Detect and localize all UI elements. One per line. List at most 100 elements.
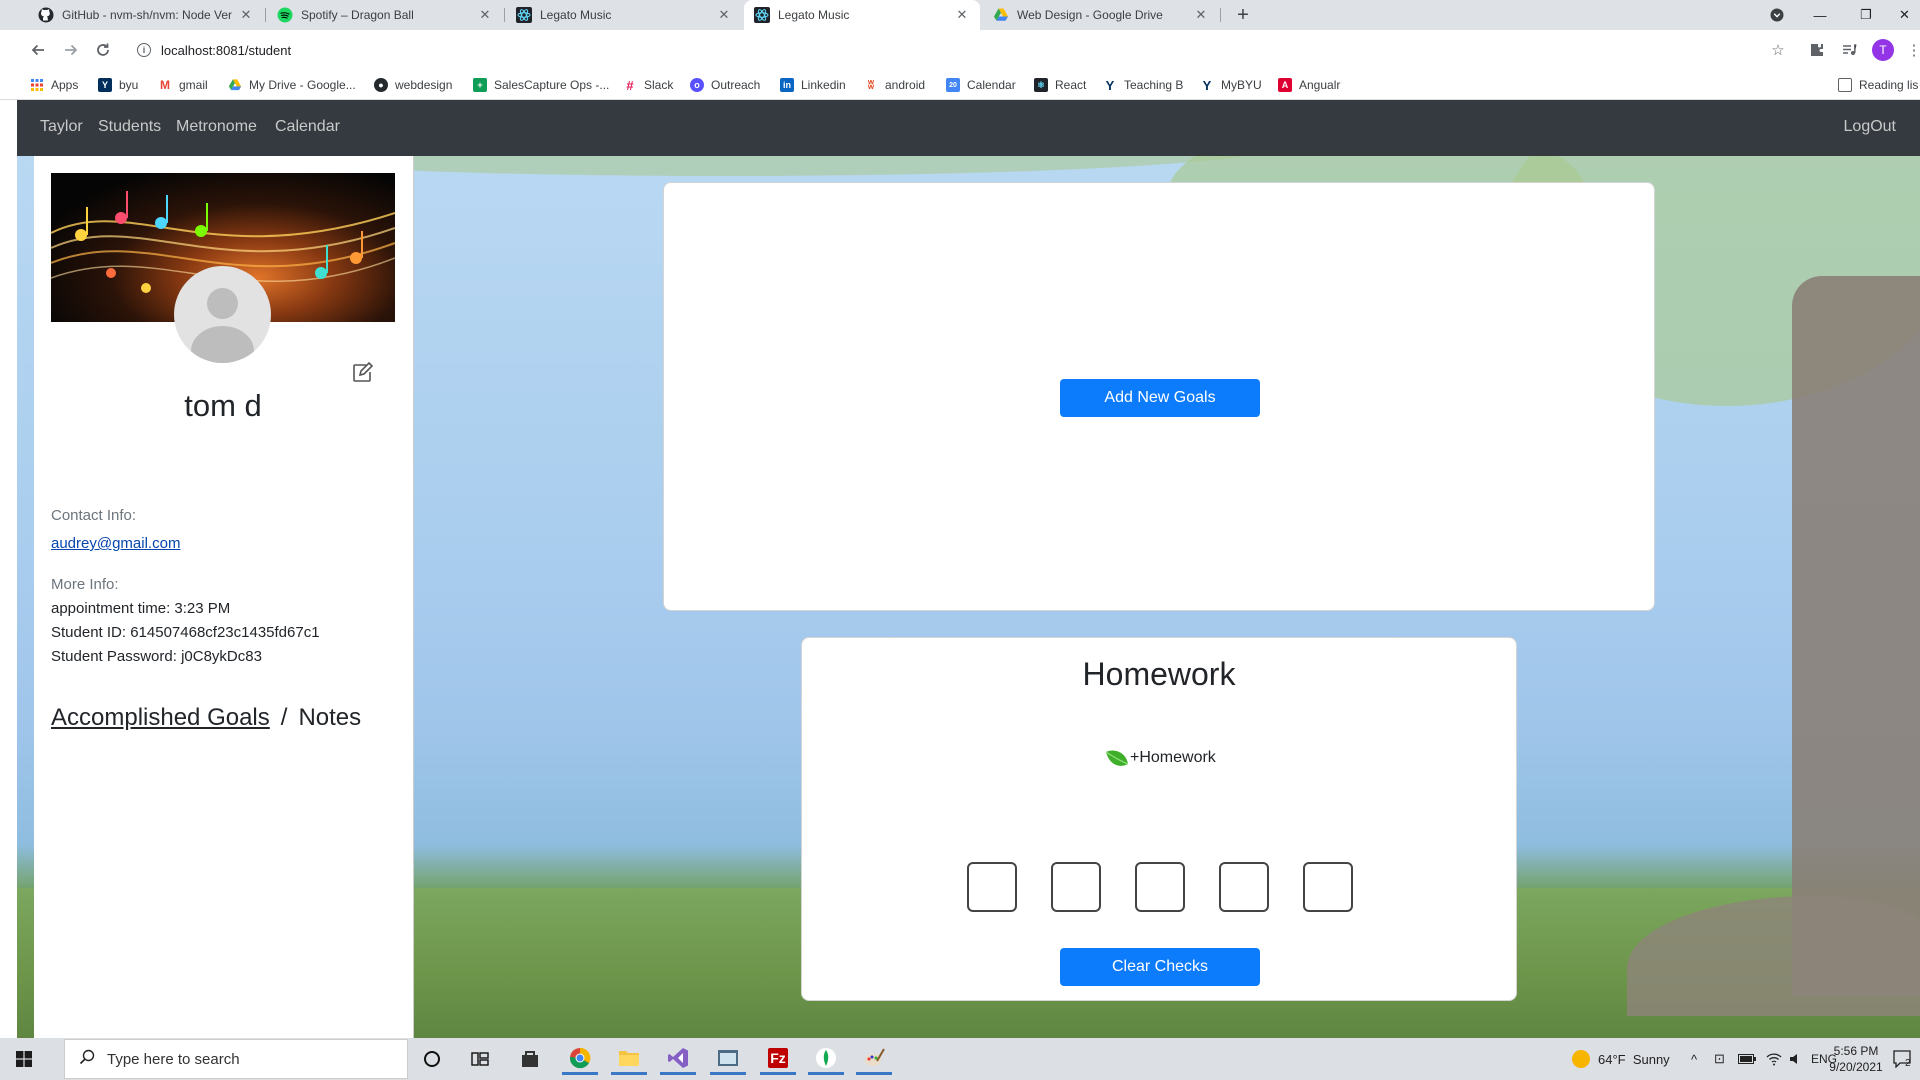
reading-list[interactable]: Reading lis <box>1838 76 1920 94</box>
close-icon[interactable]: ✕ <box>238 7 254 23</box>
logout-link[interactable]: LogOut <box>1844 118 1896 136</box>
clear-checks-button[interactable]: Clear Checks <box>1060 948 1260 986</box>
menu-kebab-icon[interactable]: ⋮ <box>1903 39 1920 61</box>
chrome-icon[interactable] <box>562 1043 598 1075</box>
accomplished-goals-link[interactable]: Accomplished Goals <box>51 704 270 732</box>
search-placeholder: Type here to search <box>107 1050 240 1068</box>
site-info-icon[interactable]: i <box>137 43 151 57</box>
tab-title: Legato Music <box>540 8 612 22</box>
restore-icon[interactable]: ❐ <box>1843 0 1889 30</box>
bookmark-apps[interactable]: Apps <box>30 76 78 94</box>
windows-taskbar: Type here to search Fz 64°F Sunny ^ ⊡ EN… <box>0 1038 1920 1080</box>
bookmark-outreach[interactable]: o Outreach <box>690 76 760 94</box>
tab-separator <box>1220 8 1221 22</box>
nav-link-taylor[interactable]: Taylor <box>40 118 83 136</box>
close-icon[interactable]: ✕ <box>477 7 493 23</box>
bookmark-star-icon[interactable]: ☆ <box>1767 39 1789 61</box>
bookmark-label: Linkedin <box>801 78 846 92</box>
bookmark-salescapture[interactable]: + SalesCapture Ops -... <box>473 76 609 94</box>
notes-link[interactable]: Notes <box>298 704 361 732</box>
appointment-time: appointment time: 3:23 PM <box>51 600 231 617</box>
bookmark-slack[interactable]: # Slack <box>623 76 673 94</box>
close-icon[interactable]: ✕ <box>716 7 732 23</box>
android-icon: ʬ <box>867 78 875 92</box>
tab-search-icon[interactable] <box>1754 0 1800 30</box>
browser-tab-google-drive[interactable]: Web Design - Google Drive ✕ <box>983 0 1219 30</box>
bookmark-mybyu[interactable]: Y MyBYU <box>1200 76 1262 94</box>
weather-widget[interactable]: 64°F Sunny <box>1572 1038 1670 1080</box>
file-explorer-icon[interactable] <box>611 1043 647 1075</box>
add-homework-button[interactable]: +Homework <box>1104 748 1216 768</box>
edit-icon[interactable] <box>351 361 374 384</box>
task-view-icon[interactable] <box>462 1043 498 1075</box>
windows-start-icon[interactable] <box>0 1038 48 1080</box>
homework-checkbox[interactable] <box>1219 862 1269 912</box>
homework-title: Homework <box>1082 656 1236 692</box>
homework-checkbox[interactable] <box>1303 862 1353 912</box>
nav-link-students[interactable]: Students <box>98 118 161 136</box>
bookmark-label: SalesCapture Ops -... <box>494 78 610 92</box>
app-window-icon[interactable] <box>710 1043 746 1075</box>
bookmark-gmail[interactable]: M gmail <box>158 76 208 94</box>
url-text: localhost:8081/student <box>161 42 292 58</box>
bookmark-linkedin[interactable]: in Linkedin <box>780 76 846 94</box>
browser-tab-github[interactable]: GitHub - nvm-sh/nvm: Node Ver ✕ <box>28 0 264 30</box>
wifi-icon[interactable] <box>1766 1038 1782 1080</box>
notifications-icon[interactable]: 2 <box>1893 1038 1911 1080</box>
bookmark-android[interactable]: ʬ android <box>864 76 925 94</box>
student-name: tom d <box>184 388 262 423</box>
store-icon[interactable] <box>512 1043 548 1075</box>
nav-link-calendar[interactable]: Calendar <box>275 118 340 136</box>
bookmark-byu[interactable]: Y byu <box>98 76 138 94</box>
paint-icon[interactable] <box>856 1043 892 1075</box>
homework-checkbox[interactable] <box>1135 862 1185 912</box>
browser-tab-spotify[interactable]: Spotify – Dragon Ball ✕ <box>267 0 503 30</box>
outreach-icon: o <box>690 78 704 92</box>
extensions-icon[interactable] <box>1806 39 1828 61</box>
close-icon[interactable]: ✕ <box>1193 7 1209 23</box>
address-bar[interactable]: i localhost:8081/student <box>125 34 1775 66</box>
clock[interactable]: 5:56 PM 9/20/2021 <box>1826 1038 1886 1080</box>
bookmark-my-drive[interactable]: My Drive - Google... <box>228 76 356 94</box>
apps-grid-icon <box>30 78 44 92</box>
student-id: Student ID: 614507468cf23c1435fd67c1 <box>51 624 320 641</box>
reading-list-label: Reading lis <box>1859 78 1919 92</box>
leaf-icon <box>1105 750 1129 766</box>
homework-checkbox[interactable] <box>967 862 1017 912</box>
visual-studio-icon[interactable] <box>660 1043 696 1075</box>
media-control-icon[interactable] <box>1838 39 1860 61</box>
tray-chevron-icon[interactable]: ^ <box>1691 1038 1697 1080</box>
profile-avatar[interactable]: T <box>1872 39 1894 61</box>
homework-checkbox[interactable] <box>1051 862 1101 912</box>
bookmark-calendar[interactable]: 20 Calendar <box>946 76 1016 94</box>
mongodb-compass-icon[interactable] <box>808 1043 844 1075</box>
network-drive-icon[interactable]: ⊡ <box>1714 1038 1725 1080</box>
forward-icon[interactable] <box>59 38 83 62</box>
bookmark-angular[interactable]: A Angualr <box>1278 76 1340 94</box>
close-icon[interactable]: ✕ <box>954 7 970 23</box>
browser-tab-legato-active[interactable]: Legato Music ✕ <box>744 0 980 30</box>
student-email-link[interactable]: audrey@gmail.com <box>51 535 180 552</box>
reload-icon[interactable] <box>91 38 115 62</box>
bookmark-react[interactable]: ⚛ React <box>1034 76 1086 94</box>
filezilla-icon[interactable]: Fz <box>760 1043 796 1075</box>
minimize-icon[interactable]: — <box>1797 0 1843 30</box>
volume-icon[interactable] <box>1789 1038 1801 1080</box>
clock-date: 9/20/2021 <box>1829 1060 1883 1074</box>
cortana-icon[interactable] <box>414 1043 450 1075</box>
nav-link-metronome[interactable]: Metronome <box>176 118 257 136</box>
taskbar-search-input[interactable]: Type here to search <box>64 1039 408 1079</box>
close-window-icon[interactable]: ✕ <box>1889 0 1920 30</box>
bookmark-label: Outreach <box>711 78 761 92</box>
add-new-goals-button[interactable]: Add New Goals <box>1060 379 1260 417</box>
bookmark-teaching-b[interactable]: Y Teaching B <box>1103 76 1184 94</box>
angular-icon: A <box>1278 78 1292 92</box>
back-icon[interactable] <box>26 38 50 62</box>
new-tab-button[interactable]: + <box>1231 3 1255 27</box>
tab-title: GitHub - nvm-sh/nvm: Node Ver <box>62 8 233 22</box>
browser-tab-legato-1[interactable]: Legato Music ✕ <box>506 0 742 30</box>
battery-icon[interactable] <box>1738 1038 1756 1080</box>
student-sidebar: tom d Contact Info: audrey@gmail.com Mor… <box>34 156 414 1038</box>
calendar-icon: 20 <box>946 78 960 92</box>
bookmark-webdesign[interactable]: ● webdesign <box>374 76 452 94</box>
